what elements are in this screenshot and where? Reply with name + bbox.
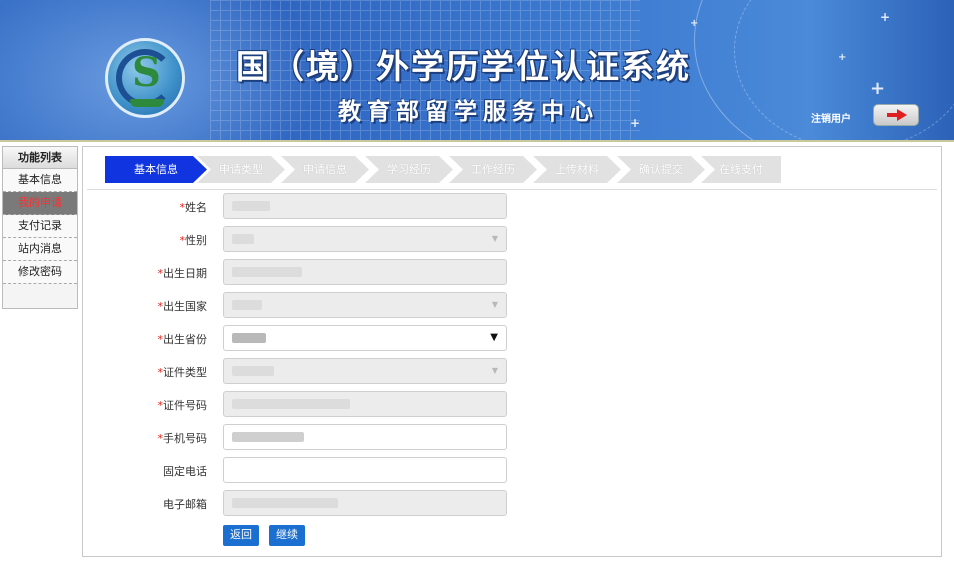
name-field[interactable] [223,193,507,219]
sidebar-item-payment-records[interactable]: 支付记录 [3,215,77,238]
birth-province-select[interactable]: ▼ [223,325,507,351]
header-banner: + + + + + S 国（境）外学历学位认证系统 教育部留学服务中心 注销用户 [0,0,954,142]
label-gender-text: 性别 [185,234,207,247]
sparkle-icon: + [630,116,641,130]
logout-label[interactable]: 注销用户 [811,110,851,125]
triangle-down-icon: ▼ [491,366,498,375]
label-birth-province-text: 出生省份 [163,333,207,346]
sparkle-icon: + [690,18,699,29]
step-work-history[interactable]: 工作经历 [449,156,537,183]
id-number-field[interactable] [223,391,507,417]
birth-country-select[interactable]: ▼ [223,292,507,318]
step-progress-bar: 基本信息 申请类型 申请信息 学习经历 工作经历 上传材料 确认提交 在线支付 [105,156,785,183]
step-online-payment[interactable]: 在线支付 [701,156,781,183]
system-subtitle: 教育部留学服务中心 [338,98,599,125]
step-upload-materials[interactable]: 上传材料 [533,156,621,183]
id-type-select[interactable]: ▼ [223,358,507,384]
steps-divider [87,189,937,190]
label-id-number-text: 证件号码 [163,399,207,412]
label-birth-province: *出生省份 [83,331,208,347]
redacted-value [232,234,254,244]
label-birth-date-text: 出生日期 [163,267,207,280]
sidebar-item-change-password[interactable]: 修改密码 [3,261,77,284]
sparkle-icon: + [880,10,891,24]
sidebar-item-my-applications[interactable]: 我的申请 [3,192,77,215]
triangle-down-icon: ▼ [490,332,498,343]
label-landline-text: 固定电话 [163,465,207,478]
label-birth-date: *出生日期 [83,265,208,281]
redacted-value [232,498,338,508]
redacted-value [232,333,266,343]
triangle-down-icon: ▼ [491,300,498,309]
label-birth-country: *出生国家 [83,298,208,314]
gender-select[interactable]: ▼ [223,226,507,252]
label-email-text: 电子邮箱 [163,498,207,511]
label-email: 电子邮箱 [83,496,207,512]
main-panel: 基本信息 申请类型 申请信息 学习经历 工作经历 上传材料 确认提交 在线支付 … [82,146,942,557]
step-basic-info[interactable]: 基本信息 [105,156,207,183]
sparkle-icon: + [870,78,886,99]
label-mobile: *手机号码 [83,430,208,446]
label-name: *姓名 [83,199,208,215]
emblem-logo: S [105,38,185,118]
redacted-value [232,267,302,277]
step-application-type[interactable]: 申请类型 [197,156,285,183]
label-gender: *性别 [83,232,208,248]
label-mobile-text: 手机号码 [163,432,207,445]
sparkle-icon: + [838,52,847,63]
label-landline: 固定电话 [83,463,207,479]
sidebar-menu: 功能列表 基本信息 我的申请 支付记录 站内消息 修改密码 [2,146,78,309]
label-birth-country-text: 出生国家 [163,300,207,313]
redacted-value [232,366,274,376]
birth-date-field[interactable] [223,259,507,285]
sidebar-title: 功能列表 [3,147,77,169]
label-name-text: 姓名 [185,201,207,214]
step-application-info[interactable]: 申请信息 [281,156,369,183]
mobile-field[interactable] [223,424,507,450]
back-button[interactable]: 返回 [223,525,259,546]
step-confirm-submit[interactable]: 确认提交 [617,156,705,183]
continue-button[interactable]: 继续 [269,525,305,546]
label-id-type-text: 证件类型 [163,366,207,379]
redacted-value [232,300,262,310]
redacted-value [232,201,270,211]
step-study-history[interactable]: 学习经历 [365,156,453,183]
label-id-number: *证件号码 [83,397,208,413]
logo-book [130,99,164,107]
logout-button[interactable] [873,104,919,126]
label-id-type: *证件类型 [83,364,208,380]
redacted-value [232,432,304,442]
triangle-down-icon: ▼ [491,234,498,243]
sidebar-item-messages[interactable]: 站内消息 [3,238,77,261]
arrow-right-icon [887,109,907,121]
system-title: 国（境）外学历学位认证系统 [236,47,691,86]
email-field[interactable] [223,490,507,516]
logo-s-mark: S [132,49,161,96]
sidebar-item-basic-info[interactable]: 基本信息 [3,169,77,192]
landline-field[interactable] [223,457,507,483]
redacted-value [232,399,350,409]
